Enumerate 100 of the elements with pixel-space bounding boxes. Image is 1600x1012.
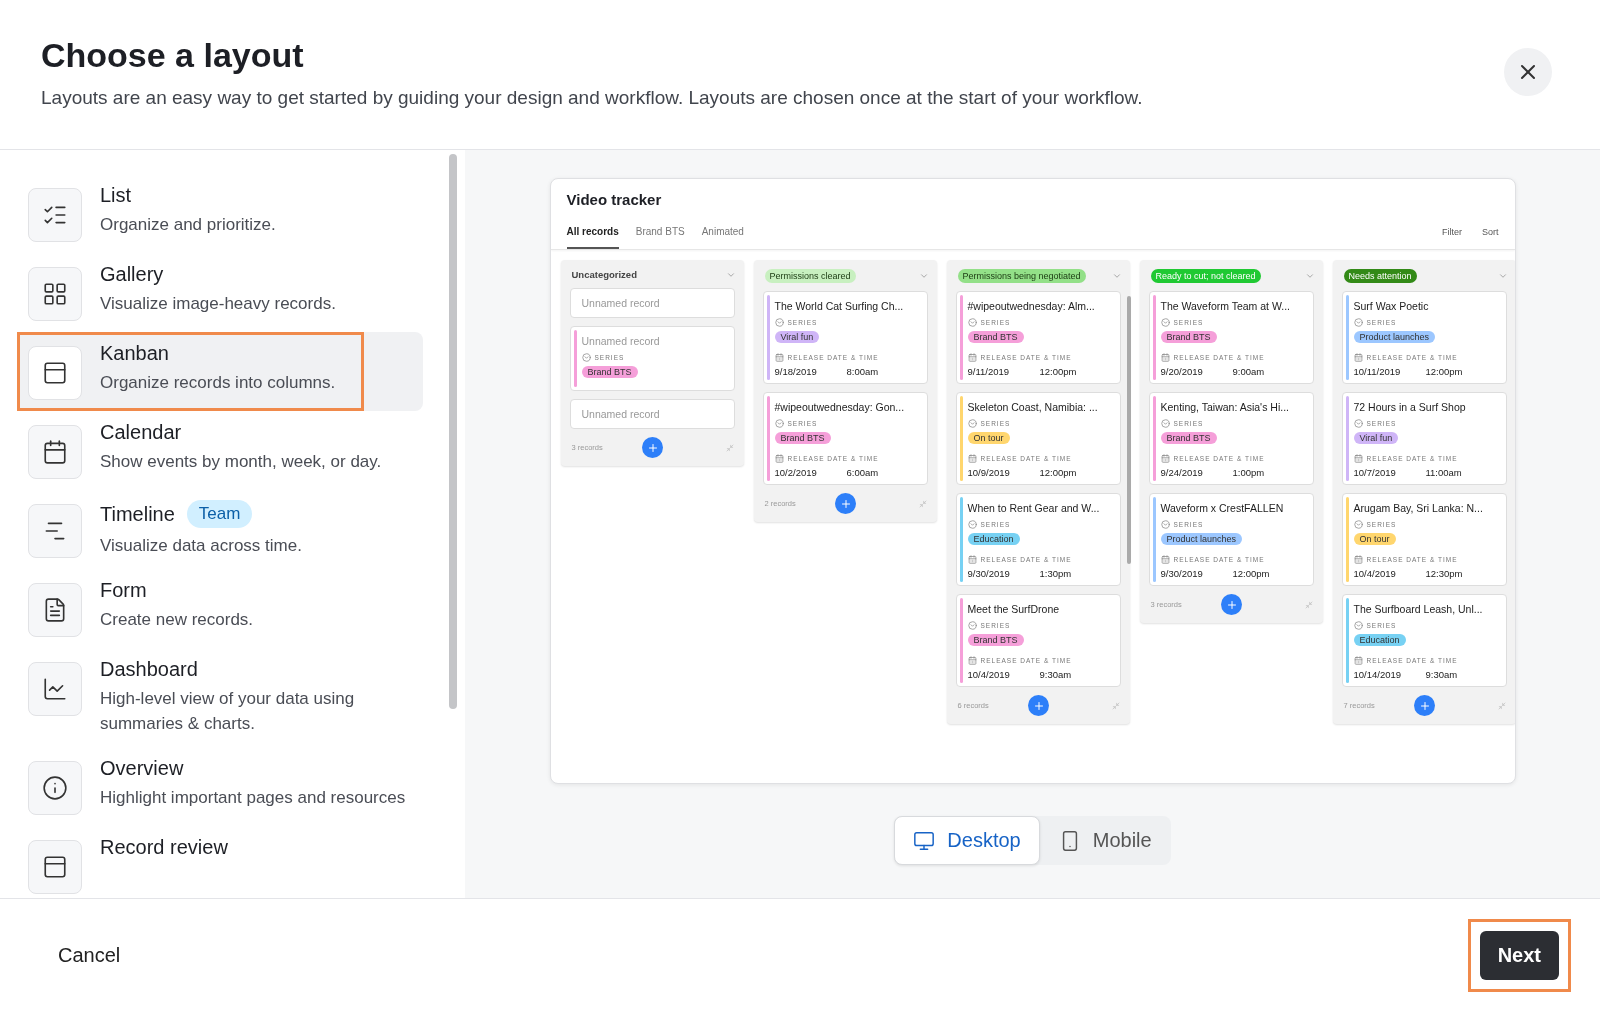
series-tag: Viral fun <box>1353 432 1399 444</box>
layout-option[interactable]: Record review <box>17 826 423 898</box>
dialog-title: Choose a layout <box>41 36 305 75</box>
select-field-icon <box>774 419 784 428</box>
add-record-button[interactable] <box>642 437 663 458</box>
info-icon <box>42 775 68 801</box>
select-field-icon <box>967 419 977 428</box>
record-time: 12:00pm <box>1425 366 1464 377</box>
record-date: 9/30/2019 <box>1160 568 1204 579</box>
layout-option[interactable]: Gallery Visualize image-heavy records. <box>17 253 423 332</box>
calendar-icon <box>1353 353 1363 362</box>
add-record-button[interactable] <box>835 493 856 514</box>
chevron-icon[interactable] <box>918 271 929 281</box>
layout-option[interactable]: Dashboard High-level view of your data using summaries & charts. <box>17 648 423 747</box>
layout-option[interactable]: Calendar Show events by month, week, or day. <box>17 411 423 490</box>
calendar-icon <box>1353 656 1363 665</box>
record-title: Surf Wax Poetic <box>1353 300 1430 312</box>
select-field-icon <box>967 520 977 529</box>
kanban-icon <box>42 360 68 386</box>
calendar-icon <box>774 353 784 362</box>
record-date: 9/18/2019 <box>774 366 818 377</box>
collapse-icon[interactable] <box>918 499 927 508</box>
series-tag: On tour <box>1353 533 1396 545</box>
record-date: 9/24/2019 <box>1160 467 1204 478</box>
layout-option[interactable]: Overview Highlight important pages and resources <box>17 747 423 826</box>
team-badge: Team <box>186 500 253 528</box>
record-date: 10/11/2019 <box>1353 366 1402 377</box>
record-title: When to Rent Gear and W... <box>967 502 1101 514</box>
view-tab[interactable]: Brand BTS <box>635 226 685 249</box>
toolbar-action[interactable]: Sort <box>1482 227 1499 249</box>
record-title: Unnamed record <box>581 335 661 347</box>
layout-title: Timeline <box>100 502 175 526</box>
record-date: 9/30/2019 <box>967 568 1011 579</box>
series-tag: Brand BTS <box>967 331 1024 343</box>
add-record-button[interactable] <box>1028 695 1049 716</box>
record-title: The Surfboard Leash, Unl... <box>1353 603 1484 615</box>
record-title: The World Cat Surfing Ch... <box>774 300 905 312</box>
layout-title: Calendar <box>100 421 182 444</box>
device-toggle[interactable]: Desktop <box>894 816 1040 865</box>
dialog-description: Layouts are an easy way to get started by guiding your design and workflow. Layouts are chosen once at the start of your workflow. <box>41 87 1143 109</box>
record-title: #wipeoutwednesday: Gon... <box>774 401 906 413</box>
collapse-icon[interactable] <box>1304 600 1313 609</box>
layout-option[interactable]: Form Create new records. <box>17 569 423 648</box>
toolbar-action[interactable]: Filter <box>1442 227 1462 249</box>
next-button[interactable]: Next <box>1479 931 1559 980</box>
cancel-button[interactable]: Cancel <box>46 932 133 979</box>
layout-option[interactable]: Timeline Team Visualize data across time. <box>17 490 423 569</box>
record-time: 9:30am <box>1425 669 1459 680</box>
layout-title: Overview <box>100 757 184 780</box>
column-scrollbar[interactable] <box>1126 296 1131 564</box>
layout-description: Visualize data across time. <box>100 535 302 557</box>
calendar-icon <box>1160 454 1170 463</box>
collapse-icon[interactable] <box>1111 701 1120 710</box>
record-time: 1:00pm <box>1232 467 1266 478</box>
close-button[interactable] <box>1504 48 1552 96</box>
column-status-tag: Permissions cleared <box>764 269 856 283</box>
calendar-icon <box>967 656 977 665</box>
chevron-icon[interactable] <box>1497 271 1508 281</box>
layout-description: Organize and prioritize. <box>100 214 276 236</box>
record-date: 10/14/2019 <box>1353 669 1403 680</box>
layout-description: High-level view of your data using summaries & charts. <box>100 688 356 735</box>
record-time: 9:30am <box>1039 669 1073 680</box>
series-tag: Education <box>967 533 1020 545</box>
plus-icon <box>839 497 852 510</box>
chevron-icon[interactable] <box>1304 271 1315 281</box>
calendar-icon <box>1353 454 1363 463</box>
calendar-icon <box>1160 353 1170 362</box>
column-status-tag: Needs attention <box>1343 269 1417 283</box>
series-tag: On tour <box>967 432 1010 444</box>
series-tag: Product launches <box>1160 533 1243 545</box>
grid-icon <box>42 281 68 307</box>
layout-option[interactable]: List Organize and prioritize. <box>17 174 423 253</box>
calendar-icon <box>967 353 977 362</box>
calendar-icon <box>967 454 977 463</box>
layout-option[interactable]: Kanban Organize records into columns. <box>17 332 364 411</box>
record-title: Arugam Bay, Sri Lanka: N... <box>1353 502 1484 514</box>
record-title: Kenting, Taiwan: Asia's Hi... <box>1160 401 1290 413</box>
plus-icon <box>646 441 659 454</box>
add-record-button[interactable] <box>1221 594 1242 615</box>
chart-icon <box>42 676 68 702</box>
preview-title: Video tracker <box>565 190 663 208</box>
select-field-icon <box>581 353 591 362</box>
layout-title: List <box>100 184 132 207</box>
series-tag: Education <box>1353 634 1406 646</box>
series-tag: Brand BTS <box>774 432 831 444</box>
collapse-icon[interactable] <box>1497 701 1506 710</box>
device-toggle[interactable]: Mobile <box>1039 816 1171 865</box>
add-record-button[interactable] <box>1414 695 1435 716</box>
view-tab[interactable]: Animated <box>701 226 744 249</box>
series-tag: Brand BTS <box>1160 432 1217 444</box>
scrollbar[interactable] <box>449 154 457 709</box>
record-date: 9/11/2019 <box>967 366 1011 377</box>
column-title: Uncategorized <box>571 269 637 280</box>
series-tag: Brand BTS <box>967 634 1024 646</box>
view-tab[interactable]: All records <box>566 226 619 249</box>
layout-title: Record review <box>100 836 228 859</box>
select-field-icon <box>1353 318 1363 327</box>
record-title: Unnamed record <box>581 408 661 420</box>
chevron-icon[interactable] <box>1111 271 1122 281</box>
collapse-icon[interactable] <box>725 443 734 452</box>
